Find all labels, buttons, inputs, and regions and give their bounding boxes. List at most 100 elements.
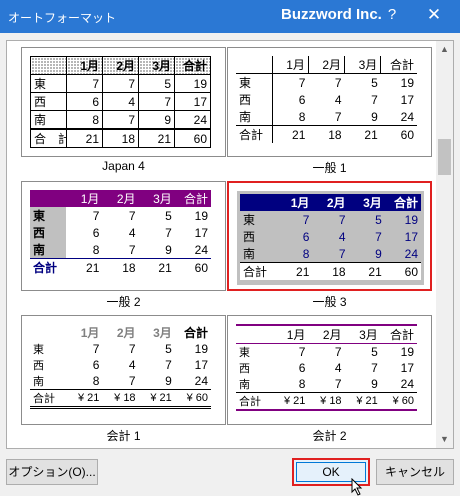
sample-cell: 18 xyxy=(308,125,345,143)
format-option-1[interactable]: 1月 2月 3月 合計東 7 7 5 19 西 6 4 7 17 南 8 7 9 24 合計 21 18 21 60 一般 1 xyxy=(227,47,432,179)
format-option-2[interactable]: 1月 2月 3月 合計東 7 7 5 19 西 6 4 7 17 南 8 7 9 24 合計 21 18 21 60 一般 2 xyxy=(21,181,226,313)
sample-cell: 24 xyxy=(384,245,421,263)
sample-cell: 合計 xyxy=(384,194,421,211)
sample-row: 東 7 7 5 19 xyxy=(236,344,417,361)
sample-cell xyxy=(30,56,67,75)
sample-cell: 21 xyxy=(66,128,103,148)
sample-row: 南 8 7 9 24 xyxy=(30,110,211,130)
close-button[interactable]: ✕ xyxy=(420,5,448,25)
sample-row: 南 8 7 9 24 xyxy=(236,108,417,126)
sample-cell: 60 xyxy=(174,258,211,276)
sample-cell: 21 xyxy=(348,262,385,280)
format-option-4[interactable]: 1月 2月 3月 合計東 7 7 5 19 西 6 4 7 17 南 8 7 9 24 合計 ¥ 21 ¥ 18 ¥ 21… xyxy=(21,315,226,447)
sample-cell: 17 xyxy=(384,228,421,245)
sample-cell: 9 xyxy=(371,377,378,391)
sample-cell: 19 xyxy=(400,75,414,90)
sample-row: 西 6 4 7 17 xyxy=(30,92,211,111)
sample-cell: 5 xyxy=(165,208,172,223)
sample-header-row: 1月 2月 3月 合計 xyxy=(236,324,417,344)
sample-cell: 2月 xyxy=(102,56,139,75)
sample-cell: 8 xyxy=(66,110,103,130)
sample-cell: 18 xyxy=(102,128,139,148)
sample-cell: 5 xyxy=(371,345,378,359)
sample-cell: 東 xyxy=(33,344,44,356)
sample-cell: 8 xyxy=(92,374,100,388)
sample-cell: 19 xyxy=(400,345,414,359)
sample-cell: 4 xyxy=(128,358,136,372)
sample-cell: 7 xyxy=(92,208,100,223)
sample-header-row: 1月 2月 3月 合計 xyxy=(30,190,211,207)
sample-row: 東 7 7 5 19 xyxy=(30,74,211,93)
sample-cell: 2月 xyxy=(307,56,345,74)
sample-cell: 6 xyxy=(92,225,100,240)
sample-cell: 7 xyxy=(128,342,136,356)
sample-cell: 19 xyxy=(194,342,208,356)
sample-cell: 3月 xyxy=(344,324,381,344)
sample-cell: 合 計 xyxy=(30,128,67,148)
scroll-up-arrow-icon[interactable]: ▲ xyxy=(436,41,453,58)
sample-cell: 西 xyxy=(30,224,67,241)
sample-cell: 24 xyxy=(194,374,208,388)
sample-cell: 合計 xyxy=(183,326,208,340)
sample-cell: 60 xyxy=(380,125,417,143)
sample-cell: 6 xyxy=(66,92,103,111)
cancel-button[interactable]: キャンセル xyxy=(376,459,454,485)
sample-cell: 南 xyxy=(240,245,277,263)
sample-cell: ¥ 18 xyxy=(102,389,139,409)
sample-cell xyxy=(240,194,277,211)
sample-total-row: 合計 ¥ 21 ¥ 18 ¥ 21 ¥ 60 xyxy=(236,392,417,411)
sample-total-row: 合 計 21 18 21 60 xyxy=(30,128,211,148)
sample-cell: 9 xyxy=(165,242,172,257)
scroll-down-arrow-icon[interactable]: ▼ xyxy=(436,431,453,448)
mouse-cursor-icon xyxy=(351,478,363,496)
sample-table: 1月 2月 3月 合計東 7 7 5 19 西 6 4 7 17 南 8 7 9 24 合計 ¥ 21 ¥ 18 ¥ 21… xyxy=(30,324,211,409)
sample-cell: 7 xyxy=(165,225,172,240)
sample-cell: 24 xyxy=(194,242,208,257)
sample-cell: 6 xyxy=(92,358,100,372)
brand-label: Buzzword Inc. xyxy=(281,6,382,23)
options-button[interactable]: オプション(O)... xyxy=(6,459,98,485)
title-bar: オートフォーマット Buzzword Inc. ? ✕ xyxy=(0,0,460,33)
sample-cell: 1月 xyxy=(276,194,313,211)
format-sample: 1月 2月 3月 合計東 7 7 5 19 西 6 4 7 17 南 8 7 9 24 合 計 21 18 21 60 xyxy=(30,56,211,148)
format-option-3[interactable]: 1月 2月 3月 合計東 7 7 5 19 西 6 4 7 17 南 8 7 9 24 合計 21 18 21 60 一般 3 xyxy=(227,181,432,313)
sample-cell: 7 xyxy=(334,345,342,359)
format-option-0[interactable]: 1月 2月 3月 合計東 7 7 5 19 西 6 4 7 17 南 8 7 9 24 合 計 21 18 21 60 Jap… xyxy=(21,47,226,179)
sample-cell: 1月 xyxy=(80,326,100,340)
format-preview: 1月 2月 3月 合計東 7 7 5 19 西 6 4 7 17 南 8 7 9 24 合計 ¥ 21 ¥ 18 ¥ 21… xyxy=(227,315,432,425)
sample-cell: 7 xyxy=(371,92,378,107)
sample-cell: 東 xyxy=(240,211,277,228)
window-title: オートフォーマット xyxy=(8,11,117,25)
sample-cell: 合計 xyxy=(174,56,211,75)
sample-cell: 7 xyxy=(298,75,306,90)
sample-cell: 7 xyxy=(128,208,136,223)
sample-cell: 3月 xyxy=(344,56,381,74)
sample-cell: 合計 xyxy=(240,262,277,280)
format-sample: 1月 2月 3月 合計東 7 7 5 19 西 6 4 7 17 南 8 7 9 24 合計 21 18 21 60 xyxy=(237,191,424,285)
sample-cell: 7 xyxy=(298,345,306,359)
vertical-scrollbar[interactable]: ▲ ▼ xyxy=(436,41,453,448)
sample-cell: 合計 xyxy=(236,392,273,411)
sample-cell: 6 xyxy=(276,228,313,245)
sample-cell: 南 xyxy=(239,379,250,391)
format-sample: 1月 2月 3月 合計東 7 7 5 19 西 6 4 7 17 南 8 7 9 24 合計 ¥ 21 ¥ 18 ¥ 21… xyxy=(30,324,211,412)
sample-cell: ¥ 60 xyxy=(174,389,211,409)
sample-cell: 5 xyxy=(348,211,385,228)
format-option-5[interactable]: 1月 2月 3月 合計東 7 7 5 19 西 6 4 7 17 南 8 7 9 24 合計 ¥ 21 ¥ 18 ¥ 21… xyxy=(227,315,432,447)
sample-cell: 7 xyxy=(66,74,103,93)
sample-cell: 合計 xyxy=(380,324,417,344)
sample-header-row: 1月 2月 3月 合計 xyxy=(236,56,417,74)
format-sample: 1月 2月 3月 合計東 7 7 5 19 西 6 4 7 17 南 8 7 9 24 合計 ¥ 21 ¥ 18 ¥ 21… xyxy=(236,324,417,412)
format-gallery[interactable]: 1月 2月 3月 合計東 7 7 5 19 西 6 4 7 17 南 8 7 9 24 合 計 21 18 21 60 Jap… xyxy=(6,40,454,449)
sample-cell: 60 xyxy=(174,128,211,148)
format-name: 一般 3 xyxy=(312,295,347,309)
format-preview: 1月 2月 3月 合計東 7 7 5 19 西 6 4 7 17 南 8 7 9 24 合計 ¥ 21 ¥ 18 ¥ 21… xyxy=(21,315,226,425)
sample-cell: 西 xyxy=(236,91,273,108)
format-preview: 1月 2月 3月 合計東 7 7 5 19 西 6 4 7 17 南 8 7 9 24 合 計 21 18 21 60 xyxy=(21,47,226,157)
sample-cell: 3月 xyxy=(138,190,175,207)
sample-total-row: 合計 ¥ 21 ¥ 18 ¥ 21 ¥ 60 xyxy=(30,389,211,409)
scroll-thumb[interactable] xyxy=(438,139,451,175)
sample-cell: 21 xyxy=(138,258,175,276)
sample-cell: 24 xyxy=(400,377,414,391)
help-button[interactable]: ? xyxy=(382,6,402,23)
